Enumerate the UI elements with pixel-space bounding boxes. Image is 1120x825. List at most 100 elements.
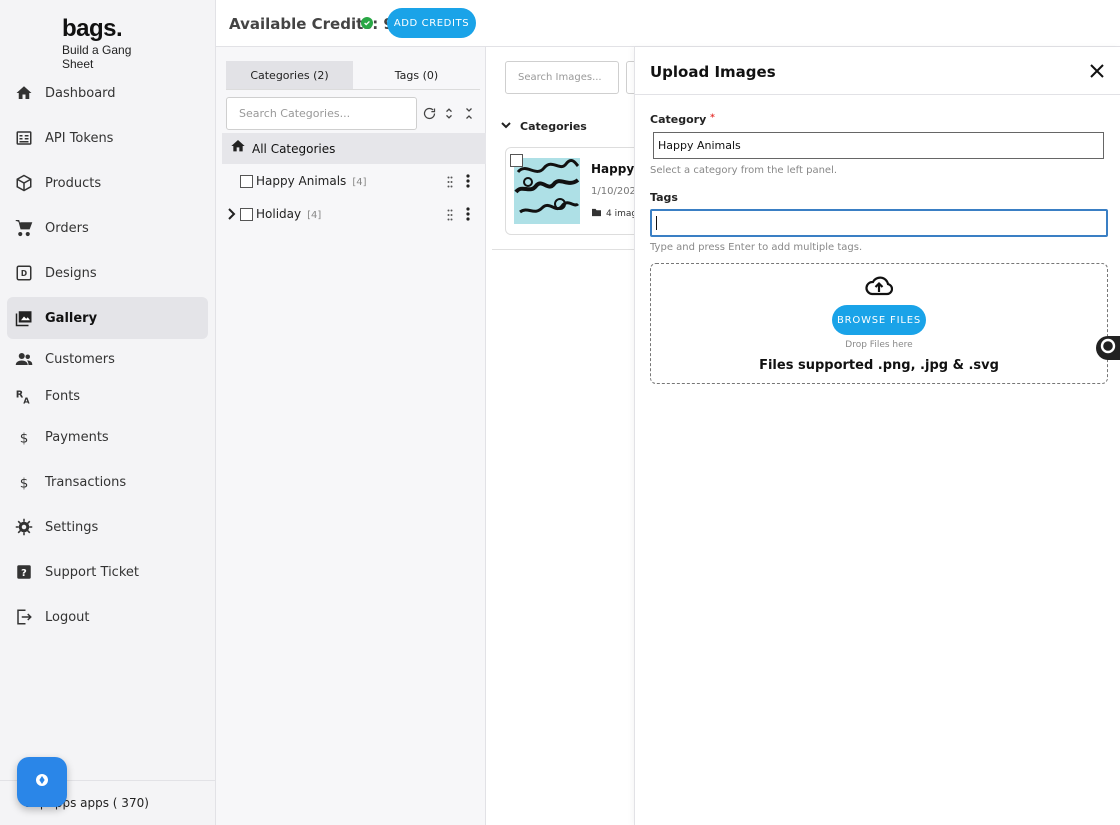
sidebar-item-label: API Tokens xyxy=(45,130,114,146)
sidebar-item-transactions[interactable]: $ Transactions xyxy=(7,461,208,503)
folder-icon xyxy=(591,208,602,220)
image-search-input[interactable]: Search Images... xyxy=(505,61,619,94)
image-checkbox[interactable] xyxy=(510,154,523,167)
cloud-upload-icon xyxy=(865,274,894,303)
category-field-label: Category * xyxy=(650,113,715,126)
category-field[interactable]: Happy Animals xyxy=(653,132,1104,159)
ring-icon xyxy=(1100,338,1116,359)
people-icon xyxy=(15,350,33,368)
svg-text:D: D xyxy=(21,269,27,278)
category-row[interactable]: Happy Animals [4] xyxy=(216,166,486,196)
sidebar: bags. Build a Gang Sheet Dashboard API T… xyxy=(0,0,216,825)
all-categories-label: All Categories xyxy=(252,141,336,156)
tags-field-label: Tags xyxy=(650,191,678,204)
category-search-input[interactable]: Search Categories... xyxy=(226,97,417,130)
logo-tagline: Build a Gang Sheet xyxy=(62,43,132,71)
logo-brand: bags. xyxy=(62,15,123,42)
sidebar-item-support-ticket[interactable]: ? Support Ticket xyxy=(7,551,208,593)
sidebar-item-label: Logout xyxy=(45,609,90,625)
upload-header: Upload Images xyxy=(635,47,1120,95)
sidebar-item-label: Payments xyxy=(45,429,109,445)
category-name: Happy Animals [4] xyxy=(256,174,367,188)
gallery-icon xyxy=(15,309,33,327)
refresh-icon[interactable] xyxy=(421,105,437,121)
tab-tags[interactable]: Tags (0) xyxy=(353,61,480,89)
svg-text:A: A xyxy=(23,396,30,406)
more-vert-icon[interactable] xyxy=(466,174,470,193)
close-icon[interactable] xyxy=(1090,64,1104,78)
gear-icon xyxy=(15,518,33,536)
sidebar-item-products[interactable]: Products xyxy=(7,162,208,204)
api-icon xyxy=(15,129,33,147)
chat-icon xyxy=(34,772,50,793)
supported-formats-text: Files supported .png, .jpg & .svg xyxy=(759,358,999,373)
text-caret xyxy=(656,216,657,230)
file-drop-zone[interactable]: BROWSE FILES Drop Files here Files suppo… xyxy=(650,263,1108,384)
chevron-down-icon xyxy=(500,117,512,135)
tab-categories[interactable]: Categories (2) xyxy=(226,61,353,89)
sidebar-item-api-tokens[interactable]: API Tokens xyxy=(7,117,208,159)
sidebar-item-customers[interactable]: Customers xyxy=(7,338,208,380)
upload-title: Upload Images xyxy=(650,63,776,81)
sidebar-item-label: Fonts xyxy=(45,388,81,404)
sidebar-item-dashboard[interactable]: Dashboard xyxy=(7,72,208,114)
sidebar-item-label: Dashboard xyxy=(45,85,116,101)
sidebar-item-fonts[interactable]: RA Fonts xyxy=(7,375,208,417)
drop-files-text: Drop Files here xyxy=(845,340,913,350)
font-icon: RA xyxy=(15,387,33,406)
top-bar: Available Credits: 98.11 ADD CREDITS xyxy=(216,0,1120,47)
category-tabs: Categories (2) Tags (0) xyxy=(226,61,480,90)
design-icon: D xyxy=(15,264,33,282)
check-circle-icon xyxy=(361,17,373,29)
upload-images-panel: Upload Images Category * Happy Animals S… xyxy=(634,47,1120,825)
browse-files-button[interactable]: BROWSE FILES xyxy=(832,305,926,335)
sidebar-item-label: Designs xyxy=(45,265,97,281)
sidebar-item-label: Transactions xyxy=(45,474,127,490)
logo[interactable]: bags. Build a Gang Sheet xyxy=(62,15,162,72)
expand-all-icon[interactable] xyxy=(441,105,457,121)
collapse-all-icon[interactable] xyxy=(461,105,477,121)
divider xyxy=(492,249,642,250)
dollar-icon: $ xyxy=(15,428,33,446)
side-widget-button[interactable] xyxy=(1096,336,1120,360)
sidebar-item-label: Gallery xyxy=(45,310,98,326)
home-icon xyxy=(15,84,33,102)
sidebar-item-label: Settings xyxy=(45,519,99,535)
image-thumbnail xyxy=(514,158,580,224)
section-label: Categories xyxy=(520,119,587,133)
all-categories-item[interactable]: All Categories xyxy=(222,133,486,164)
tags-help-text: Type and press Enter to add multiple tag… xyxy=(650,242,863,253)
chat-launcher-button[interactable] xyxy=(17,757,67,807)
drag-handle-icon[interactable] xyxy=(447,175,453,193)
category-checkbox[interactable] xyxy=(240,175,253,188)
category-name: Holiday [4] xyxy=(256,207,322,221)
cart-icon xyxy=(15,219,33,237)
category-checkbox[interactable] xyxy=(240,208,253,221)
sidebar-item-label: Orders xyxy=(45,220,89,236)
sidebar-item-payments[interactable]: $ Payments xyxy=(7,416,208,458)
sidebar-item-settings[interactable]: Settings xyxy=(7,506,208,548)
image-card[interactable]: Happy Animals 1/10/2025 4 images xyxy=(505,147,645,235)
logout-icon xyxy=(15,608,33,626)
images-panel: Search Images... Categories Happy Animal… xyxy=(486,47,646,825)
category-panel: Categories (2) Tags (0) Search Categorie… xyxy=(216,47,486,825)
sidebar-item-logout[interactable]: Logout xyxy=(7,596,208,638)
sidebar-item-label: Customers xyxy=(45,351,115,367)
svg-text:$: $ xyxy=(20,430,29,446)
tags-input[interactable] xyxy=(650,209,1108,237)
drag-handle-icon[interactable] xyxy=(447,208,453,226)
box-icon xyxy=(15,174,33,192)
more-vert-icon[interactable] xyxy=(466,207,470,226)
svg-text:$: $ xyxy=(20,475,29,491)
sidebar-item-designs[interactable]: D Designs xyxy=(7,252,208,294)
chevron-right-icon[interactable] xyxy=(226,207,238,221)
category-row[interactable]: Holiday [4] xyxy=(216,199,486,229)
svg-text:?: ? xyxy=(21,568,27,579)
categories-section-header[interactable]: Categories xyxy=(500,117,587,135)
sidebar-item-label: Products xyxy=(45,175,102,191)
add-credits-button[interactable]: ADD CREDITS xyxy=(387,8,476,38)
dollar-icon: $ xyxy=(15,473,33,491)
sidebar-item-orders[interactable]: Orders xyxy=(7,207,208,249)
sidebar-item-label: Support Ticket xyxy=(45,564,139,580)
sidebar-item-gallery[interactable]: Gallery xyxy=(7,297,208,339)
